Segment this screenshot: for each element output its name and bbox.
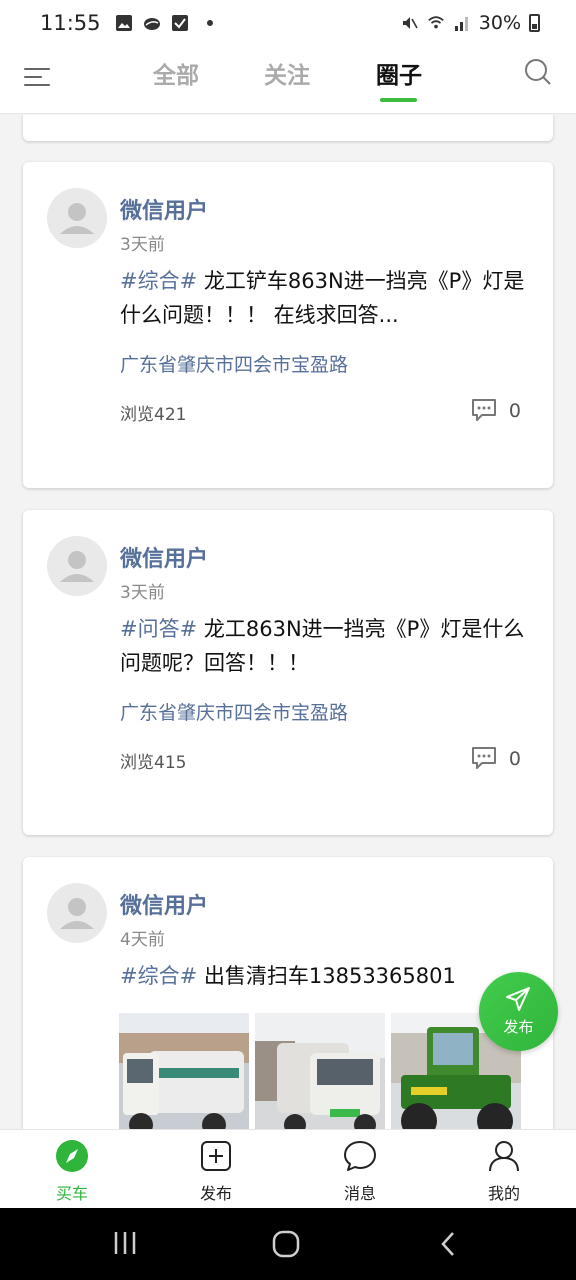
active-tab-indicator	[380, 98, 417, 102]
post-time: 4天前	[120, 930, 165, 950]
wifi-icon	[427, 16, 444, 29]
post-card[interactable]: 微信用户 3天前 #问答# 龙工863N进一挡亮《P》灯是什么问题呢？回答！！！…	[23, 510, 553, 835]
status-bar: 11:55 30%	[0, 0, 576, 46]
bottom-nav-label: 发布	[199, 1184, 232, 1203]
paper-plane-icon	[506, 987, 530, 1011]
checkbox-icon	[171, 15, 188, 31]
default-avatar-icon	[60, 551, 94, 582]
username[interactable]: 微信用户	[120, 193, 208, 225]
comment-count: 0	[508, 748, 521, 770]
recent-apps-icon[interactable]	[112, 1230, 138, 1256]
battery-icon	[529, 14, 540, 32]
post-content[interactable]: #综合# 龙工铲车863N进一挡亮《P》灯是什么问题！！！ 在线求回答...	[120, 264, 541, 332]
post-text: 出售清扫车13853365801	[197, 964, 456, 988]
notification-dot-icon	[206, 20, 213, 26]
bottom-nav-profile[interactable]: 我的	[464, 1138, 544, 1204]
photo-sweeper-truck-2[interactable]	[255, 1013, 385, 1129]
post-card-partial[interactable]	[23, 115, 553, 141]
leaf-icon	[143, 18, 160, 30]
system-nav-bar	[0, 1208, 576, 1280]
home-icon[interactable]	[272, 1230, 300, 1258]
top-nav: 全部 关注 圈子	[0, 46, 576, 114]
post-time: 3天前	[120, 235, 165, 255]
view-count: 浏览415	[120, 753, 187, 773]
post-content[interactable]: #问答# 龙工863N进一挡亮《P》灯是什么问题呢？回答！！！	[120, 612, 541, 680]
topic-tag[interactable]: #综合#	[120, 964, 197, 988]
search-icon[interactable]	[524, 58, 552, 86]
post-content[interactable]: #综合# 出售清扫车13853365801	[120, 959, 541, 993]
photo-sweeper-truck-1[interactable]	[119, 1013, 249, 1129]
back-icon[interactable]	[438, 1230, 458, 1258]
compass-icon	[56, 1140, 88, 1172]
avatar[interactable]	[47, 883, 107, 943]
menu-icon[interactable]	[24, 64, 52, 90]
avatar[interactable]	[47, 536, 107, 596]
bottom-nav-label: 消息	[343, 1184, 376, 1203]
post-photos	[119, 1013, 521, 1129]
post-time: 3天前	[120, 583, 165, 603]
bottom-nav-buy-car[interactable]: 买车	[32, 1138, 112, 1204]
person-icon	[489, 1141, 519, 1172]
bottom-nav-label: 买车	[55, 1184, 88, 1203]
battery-percent: 30%	[478, 12, 521, 34]
view-count: 浏览421	[120, 405, 187, 425]
gallery-icon	[115, 15, 132, 31]
username[interactable]: 微信用户	[120, 888, 208, 920]
comment-icon[interactable]	[471, 746, 497, 770]
topic-tag[interactable]: #综合#	[120, 269, 197, 293]
default-avatar-icon	[60, 898, 94, 929]
default-avatar-icon	[60, 203, 94, 234]
post-feed[interactable]: 微信用户 3天前 #综合# 龙工铲车863N进一挡亮《P》灯是什么问题！！！ 在…	[0, 115, 576, 1129]
status-time: 11:55	[40, 11, 101, 35]
bottom-nav: 买车 发布 消息 我的	[0, 1129, 576, 1208]
plus-square-icon	[201, 1141, 231, 1171]
comment-icon[interactable]	[471, 398, 497, 422]
bottom-nav-publish[interactable]: 发布	[176, 1138, 256, 1204]
comment-count: 0	[508, 400, 521, 422]
publish-fab-label: 发布	[503, 1018, 534, 1036]
post-card[interactable]: 微信用户 4天前 #综合# 出售清扫车13853365801	[23, 857, 553, 1129]
post-card[interactable]: 微信用户 3天前 #综合# 龙工铲车863N进一挡亮《P》灯是什么问题！！！ 在…	[23, 162, 553, 488]
bottom-nav-messages[interactable]: 消息	[320, 1138, 400, 1204]
tab-all[interactable]: 全部	[153, 56, 199, 90]
post-location: 广东省肇庆市四会市宝盈路	[120, 354, 349, 376]
mute-icon	[402, 17, 418, 29]
chat-bubble-icon	[344, 1141, 376, 1171]
tab-follow[interactable]: 关注	[264, 56, 310, 90]
avatar[interactable]	[47, 188, 107, 248]
tab-circle[interactable]: 圈子	[376, 56, 422, 90]
publish-fab-button[interactable]: 发布	[479, 972, 558, 1051]
topic-tag[interactable]: #问答#	[120, 617, 197, 641]
post-location: 广东省肇庆市四会市宝盈路	[120, 702, 349, 724]
username[interactable]: 微信用户	[120, 541, 208, 573]
signal-icon	[454, 17, 468, 31]
bottom-nav-label: 我的	[487, 1184, 520, 1203]
